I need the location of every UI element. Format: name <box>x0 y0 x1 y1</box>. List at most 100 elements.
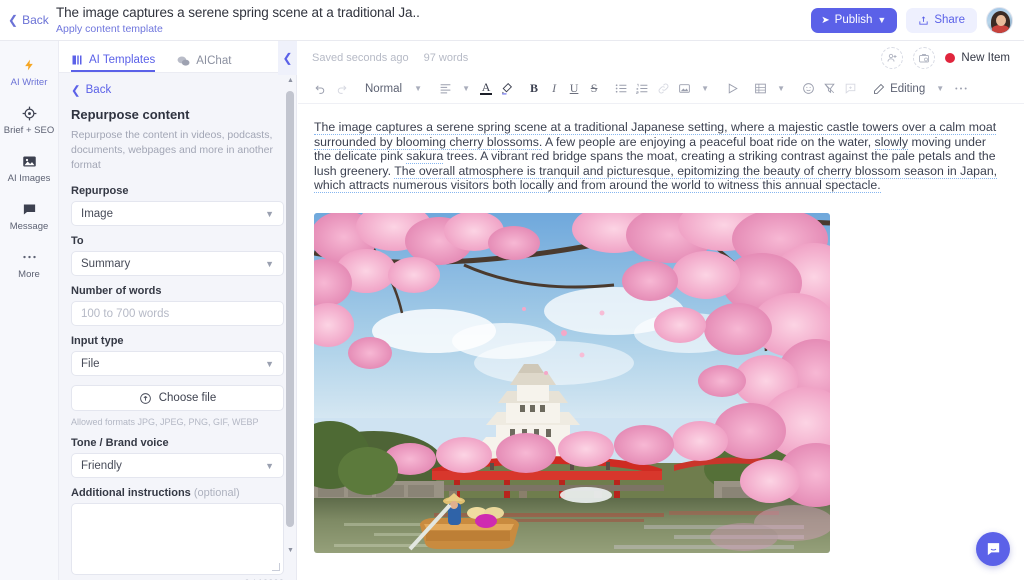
italic-button[interactable]: I <box>544 78 564 100</box>
text-color-a-glyph: A <box>482 82 491 93</box>
align-chevron[interactable]: ▼ <box>456 78 476 100</box>
editor-meta-actions: New Item <box>881 47 1010 69</box>
field-repurpose: Repurpose Image ▼ <box>71 185 284 226</box>
new-item-button[interactable]: New Item <box>945 52 1010 64</box>
undo-button[interactable] <box>310 78 331 100</box>
redo-button[interactable] <box>331 78 352 100</box>
to-select[interactable]: Summary ▼ <box>71 251 284 276</box>
chevron-left-icon: ❮ <box>282 51 292 65</box>
repurpose-select-value: Image <box>81 208 113 220</box>
emoji-button[interactable] <box>798 78 819 100</box>
editing-mode-button[interactable]: Editing <box>868 78 930 100</box>
insert-table-button[interactable] <box>750 78 771 100</box>
template-panel: AI Templates AIChat ❮ Back Repurpose con… <box>59 41 297 580</box>
insert-table-chevron[interactable]: ▼ <box>771 78 791 100</box>
history-button[interactable] <box>913 47 935 69</box>
field-label: Repurpose <box>71 185 284 197</box>
avatar[interactable] <box>986 7 1013 34</box>
cherry-blossom-castle-illustration <box>314 213 830 553</box>
chevron-down-icon: ▼ <box>265 259 274 269</box>
highlight-button[interactable] <box>496 78 517 100</box>
editing-mode-chevron[interactable]: ▼ <box>930 78 950 100</box>
choose-file-label: Choose file <box>159 392 217 404</box>
image-icon <box>22 153 37 170</box>
back-button[interactable]: ❮ Back <box>0 0 59 41</box>
support-chat-button[interactable] <box>976 532 1010 566</box>
text-color-swatch <box>480 93 492 96</box>
clear-format-icon <box>823 82 836 95</box>
insert-image-button[interactable] <box>674 78 695 100</box>
rail-item-label: Brief + SEO <box>4 125 54 136</box>
chevron-down-icon: ▼ <box>414 84 422 93</box>
saved-status: Saved seconds ago <box>312 52 409 64</box>
field-input-type: Input type File ▼ <box>71 335 284 376</box>
link-button[interactable] <box>653 78 674 100</box>
insert-image-chevron[interactable]: ▼ <box>695 78 715 100</box>
tone-select[interactable]: Friendly ▼ <box>71 453 284 478</box>
document-paragraph[interactable]: The image captures a serene spring scene… <box>314 120 1000 193</box>
publish-button[interactable]: ➤ Publish ▼ <box>811 8 897 33</box>
tab-aichat[interactable]: AIChat <box>177 41 231 72</box>
rail-item-more[interactable]: More <box>0 240 58 288</box>
field-label: Input type <box>71 335 284 347</box>
align-left-icon <box>439 83 452 94</box>
table-icon <box>754 82 767 95</box>
panel-title: Repurpose content <box>71 107 284 122</box>
tab-ai-templates[interactable]: AI Templates <box>71 41 155 72</box>
underline-button[interactable]: U <box>564 78 584 100</box>
rail-item-label: AI Images <box>8 173 51 184</box>
document-hero-image[interactable] <box>314 213 830 553</box>
additional-instructions-textarea[interactable] <box>71 503 284 575</box>
bold-button[interactable]: B <box>524 78 544 100</box>
back-button-label: Back <box>22 13 49 27</box>
add-person-icon <box>886 52 898 64</box>
number-of-words-input[interactable]: 100 to 700 words <box>71 301 284 326</box>
word-count: 97 words <box>424 52 469 64</box>
apply-content-template-link[interactable]: Apply content template <box>56 22 811 36</box>
allowed-formats-hint: Allowed formats JPG, JPEG, PNG, GIF, WEB… <box>71 417 284 427</box>
bullet-list-button[interactable] <box>611 78 632 100</box>
clear-formatting-button[interactable] <box>819 78 840 100</box>
align-button[interactable] <box>435 78 456 100</box>
rail-item-label: More <box>18 269 40 280</box>
choose-file-button[interactable]: Choose file <box>71 385 284 411</box>
panel-back-button[interactable]: ❮ Back <box>71 83 284 97</box>
ellipsis-icon <box>954 86 968 91</box>
field-tone: Tone / Brand voice Friendly ▼ <box>71 437 284 478</box>
rail-item-brief-seo[interactable]: Brief + SEO <box>0 96 58 144</box>
lightning-bolt-icon <box>23 57 36 74</box>
spellcheck-segment: sakura <box>406 149 443 164</box>
rail-item-ai-writer[interactable]: AI Writer <box>0 48 58 96</box>
numbered-list-icon <box>636 83 649 94</box>
send-icon: ➤ <box>821 15 829 26</box>
app-root: ❮ Back The image captures a serene sprin… <box>0 0 1024 580</box>
rail-item-ai-images[interactable]: AI Images <box>0 144 58 192</box>
rail-item-label: Message <box>10 221 49 232</box>
chevron-down-icon: ▼ <box>265 209 274 219</box>
link-icon <box>657 82 670 95</box>
insert-video-button[interactable] <box>722 78 743 100</box>
text-color-button[interactable]: A <box>476 78 496 100</box>
image-icon <box>678 82 691 95</box>
rail-item-message[interactable]: Message <box>0 192 58 240</box>
editing-mode-label: Editing <box>890 83 925 95</box>
paragraph-style-dropdown[interactable]: Normal <box>359 78 408 100</box>
field-label: Tone / Brand voice <box>71 437 284 449</box>
numbered-list-button[interactable] <box>632 78 653 100</box>
collapse-panel-button[interactable]: ❮ <box>278 41 297 75</box>
scrollbar-thumb[interactable] <box>286 91 294 527</box>
input-type-select[interactable]: File ▼ <box>71 351 284 376</box>
toolbar-more-button[interactable] <box>950 78 972 100</box>
panel-scrollbar[interactable]: ▲ ▼ <box>286 77 294 547</box>
instructions-label-text: Additional instructions <box>71 487 191 499</box>
spellcheck-segment: slowly <box>875 135 908 150</box>
share-button[interactable]: Share <box>906 8 977 33</box>
chevron-left-icon: ❮ <box>8 14 18 26</box>
invite-collaborator-button[interactable] <box>881 47 903 69</box>
repurpose-select[interactable]: Image ▼ <box>71 201 284 226</box>
strikethrough-button[interactable]: S <box>584 78 604 100</box>
paragraph-style-chevron[interactable]: ▼ <box>408 78 428 100</box>
add-comment-button[interactable] <box>840 78 861 100</box>
document-canvas[interactable]: The image captures a serene spring scene… <box>298 104 1024 580</box>
field-label: Number of words <box>71 285 284 297</box>
